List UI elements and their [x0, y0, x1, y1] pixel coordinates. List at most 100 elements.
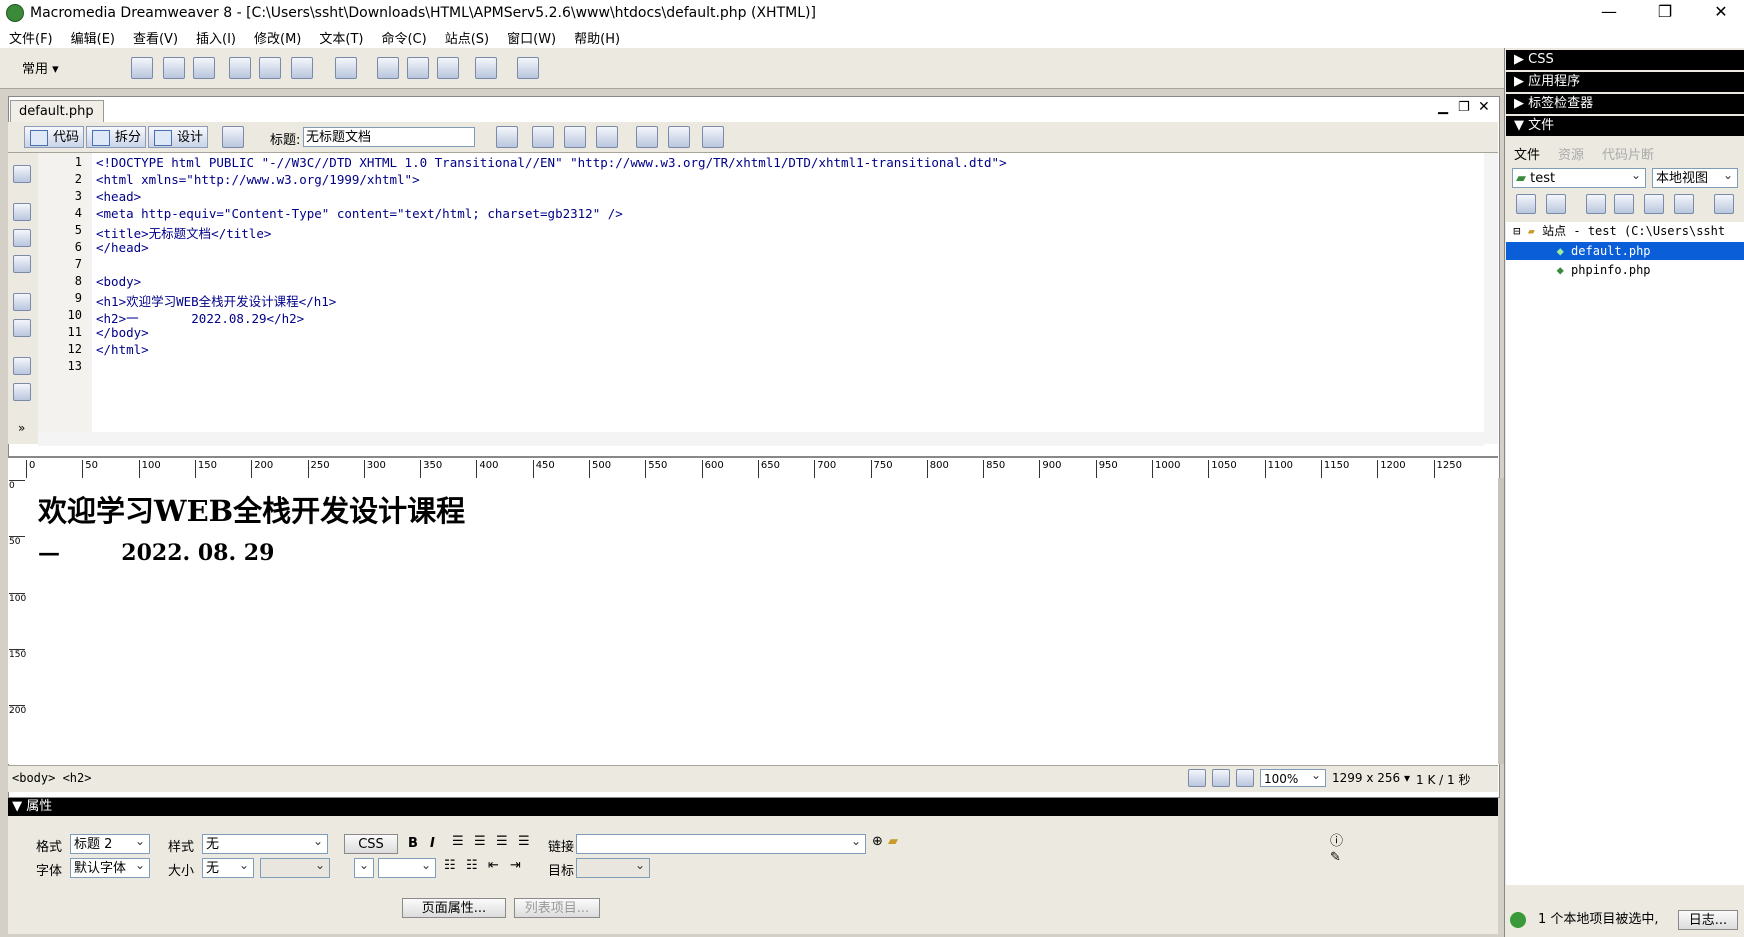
- expand-all-icon[interactable]: [13, 255, 31, 273]
- log-button[interactable]: 日志...: [1678, 910, 1738, 930]
- document-title-input[interactable]: 无标题文档: [303, 127, 475, 147]
- zoom-select[interactable]: 100%: [1260, 766, 1326, 787]
- check-out-icon[interactable]: [1644, 194, 1664, 214]
- comment-icon[interactable]: [437, 57, 459, 79]
- menu-view[interactable]: 查看(V): [124, 28, 187, 47]
- collapse-selection-icon[interactable]: [13, 229, 31, 247]
- templates-icon[interactable]: [475, 57, 497, 79]
- image-icon[interactable]: [291, 57, 313, 79]
- code-editor[interactable]: <!DOCTYPE html PUBLIC "-//W3C//DTD XHTML…: [92, 153, 1484, 425]
- indent-icon[interactable]: ⇥: [510, 858, 521, 873]
- put-files-icon[interactable]: [1614, 194, 1634, 214]
- collapse-tag-icon[interactable]: [13, 203, 31, 221]
- more-tools-icon[interactable]: »: [18, 421, 25, 435]
- code-view-button[interactable]: 代码: [24, 126, 84, 148]
- connect-icon[interactable]: [1516, 194, 1536, 214]
- split-view-button[interactable]: 拆分: [86, 126, 146, 148]
- restore-button[interactable]: ❐: [1642, 0, 1688, 26]
- align-center-icon[interactable]: ☰: [474, 834, 486, 849]
- file-management-icon[interactable]: [532, 126, 554, 148]
- css-panel-header[interactable]: ▶ CSS: [1506, 50, 1744, 70]
- point-to-file-icon[interactable]: ⊕: [872, 834, 883, 849]
- table-icon[interactable]: [229, 57, 251, 79]
- help-icon[interactable]: ⓘ: [1330, 830, 1343, 849]
- preview-browser-icon[interactable]: [564, 126, 586, 148]
- align-right-icon[interactable]: ☰: [496, 834, 508, 849]
- tab-assets[interactable]: 资源: [1558, 144, 1584, 163]
- format-select[interactable]: 标题 2: [70, 831, 150, 854]
- doc-minimize-icon[interactable]: ▁: [1438, 100, 1448, 115]
- bold-button[interactable]: B: [408, 836, 418, 851]
- italic-button[interactable]: I: [430, 836, 435, 851]
- browse-folder-icon[interactable]: ▰: [888, 834, 898, 849]
- live-data-icon[interactable]: [222, 126, 244, 148]
- site-select[interactable]: ▰ test: [1512, 165, 1646, 188]
- unordered-list-icon[interactable]: ☷: [444, 858, 456, 873]
- doc-restore-icon[interactable]: ❐: [1458, 100, 1470, 115]
- tab-files[interactable]: 文件: [1514, 144, 1540, 163]
- pointer-tool-icon[interactable]: [1188, 769, 1206, 787]
- minimize-button[interactable]: —: [1586, 0, 1632, 26]
- link-input[interactable]: [576, 831, 866, 854]
- layer-icon[interactable]: [259, 57, 281, 79]
- menu-text[interactable]: 文本(T): [310, 28, 372, 47]
- hyperlink-icon[interactable]: [131, 57, 153, 79]
- visual-aids-icon[interactable]: [702, 126, 724, 148]
- server-side-include-icon[interactable]: [407, 57, 429, 79]
- menu-insert[interactable]: 插入(I): [187, 28, 245, 47]
- tag-chooser-icon[interactable]: [517, 57, 539, 79]
- balance-braces-icon[interactable]: [13, 319, 31, 337]
- select-parent-tag-icon[interactable]: [13, 293, 31, 311]
- close-button[interactable]: ✕: [1698, 0, 1744, 26]
- view-select[interactable]: 本地视图: [1652, 165, 1738, 188]
- text-color-input[interactable]: [378, 855, 436, 878]
- window-size-select[interactable]: 1299 x 256 ▾: [1332, 771, 1410, 785]
- tree-file[interactable]: ◆ phpinfo.php: [1506, 261, 1744, 279]
- highlight-invalid-icon[interactable]: [13, 383, 31, 401]
- tag-inspector-header[interactable]: ▶ 标签检查器: [1506, 94, 1744, 114]
- menu-commands[interactable]: 命令(C): [372, 28, 435, 47]
- line-numbers-icon[interactable]: [13, 357, 31, 375]
- menu-modify[interactable]: 修改(M): [245, 28, 310, 47]
- menu-site[interactable]: 站点(S): [436, 28, 498, 47]
- menu-edit[interactable]: 编辑(E): [62, 28, 124, 47]
- date-icon[interactable]: [377, 57, 399, 79]
- menu-file[interactable]: 文件(F): [0, 28, 62, 47]
- get-files-icon[interactable]: [1586, 194, 1606, 214]
- design-view-button[interactable]: 设计: [148, 126, 208, 148]
- expand-panel-icon[interactable]: [1714, 194, 1734, 214]
- style-select[interactable]: 无: [202, 831, 328, 854]
- insert-category-select[interactable]: 常用 ▾: [22, 58, 59, 77]
- open-documents-icon[interactable]: [13, 165, 31, 183]
- globe-icon[interactable]: [596, 126, 618, 148]
- tab-snippets[interactable]: 代码片断: [1602, 144, 1654, 163]
- validate-markup-icon[interactable]: [496, 126, 518, 148]
- size-select[interactable]: 无: [202, 855, 254, 878]
- refresh-icon[interactable]: [636, 126, 658, 148]
- hand-tool-icon[interactable]: [1212, 769, 1230, 787]
- menu-help[interactable]: 帮助(H): [565, 28, 629, 47]
- code-vertical-scrollbar[interactable]: [1484, 153, 1498, 444]
- files-panel-header[interactable]: ▼ 文件: [1506, 116, 1744, 136]
- check-in-icon[interactable]: [1674, 194, 1694, 214]
- zoom-tool-icon[interactable]: [1236, 769, 1254, 787]
- properties-header[interactable]: ▼ 属性: [8, 798, 1498, 816]
- tree-root[interactable]: ⊟ ▰ 站点 - test (C:\Users\ssht: [1506, 222, 1744, 240]
- menu-window[interactable]: 窗口(W): [498, 28, 565, 47]
- tag-selector[interactable]: <body> <h2>: [12, 771, 91, 785]
- ordered-list-icon[interactable]: ☷: [466, 858, 478, 873]
- tree-file-selected[interactable]: ◆ default.php: [1506, 242, 1744, 260]
- text-color-picker[interactable]: [354, 855, 374, 878]
- design-heading-1[interactable]: 欢迎学习WEB全栈开发设计课程: [38, 488, 465, 530]
- css-button[interactable]: CSS: [344, 834, 398, 854]
- justify-icon[interactable]: ☰: [518, 834, 530, 849]
- doc-close-icon[interactable]: ✕: [1478, 99, 1490, 115]
- align-left-icon[interactable]: ☰: [452, 834, 464, 849]
- document-tab[interactable]: default.php: [10, 100, 104, 122]
- font-select[interactable]: 默认字体: [70, 855, 150, 878]
- page-properties-button[interactable]: 页面属性...: [402, 898, 506, 918]
- refresh-files-icon[interactable]: [1546, 194, 1566, 214]
- application-panel-header[interactable]: ▶ 应用程序: [1506, 72, 1744, 92]
- view-options-icon[interactable]: [668, 126, 690, 148]
- media-icon[interactable]: [335, 57, 357, 79]
